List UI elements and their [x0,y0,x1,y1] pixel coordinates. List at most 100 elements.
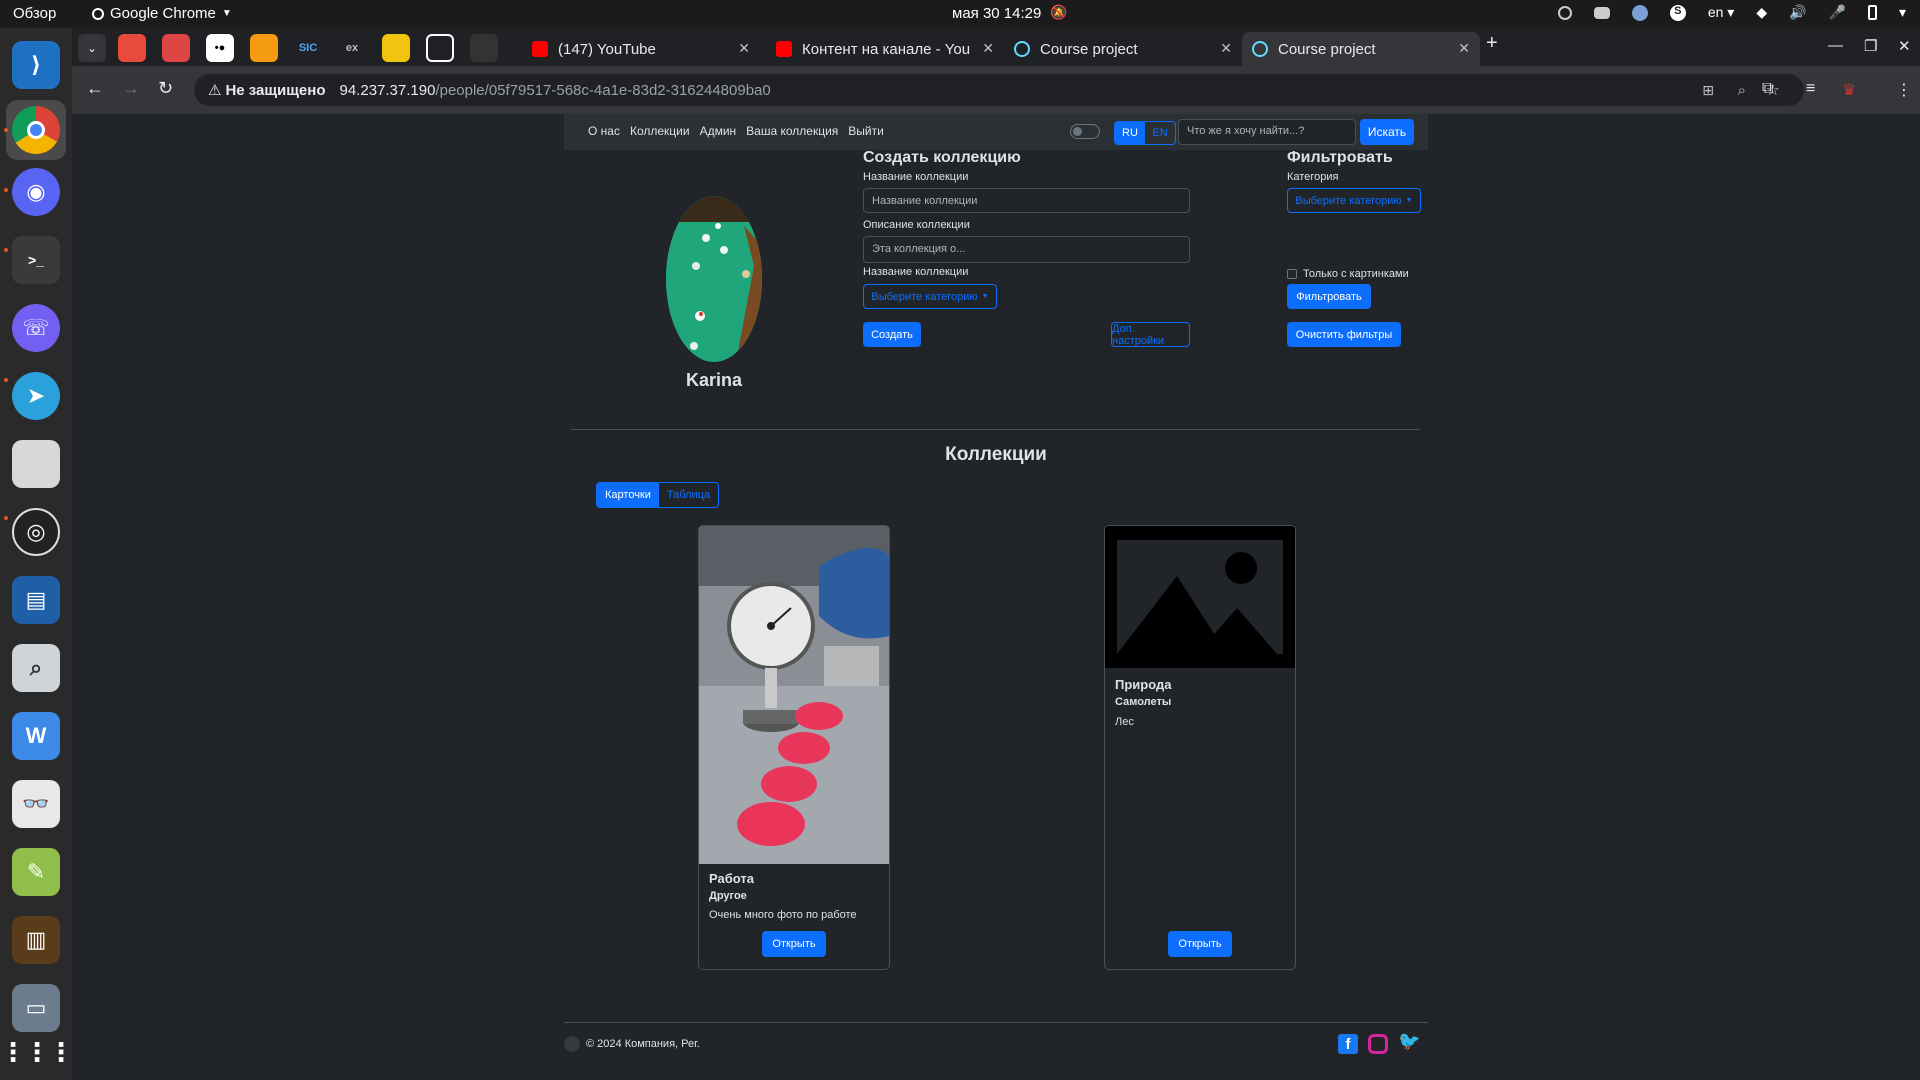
tab-youtube[interactable]: (147) YouTube ✕ [522,32,760,66]
keyboard-layout[interactable]: en ▾ [1708,4,1735,21]
collection-name-input[interactable]: Название коллекции [863,188,1190,213]
search-button[interactable]: Искать [1360,119,1414,145]
reload-icon[interactable]: ↻ [158,78,173,99]
discord-tray-icon[interactable] [1593,6,1610,19]
new-tab-button[interactable]: + [1486,32,1498,55]
extra-settings-button[interactable]: Доп. настройки [1111,322,1190,347]
pinned-tab-2[interactable] [162,34,190,62]
pinned-tab-1[interactable] [118,34,146,62]
nav-link-about[interactable]: О нас [588,124,620,138]
close-tab-icon[interactable]: ✕ [1220,40,1232,57]
create-category-dropdown[interactable]: Выберите категорию ▼ [863,284,997,309]
theme-toggle[interactable] [1070,124,1100,139]
wps-icon[interactable]: W [12,712,60,760]
pinned-tab-7[interactable] [470,34,498,62]
facebook-icon[interactable]: f [1338,1034,1358,1054]
address-bar[interactable]: ⚠ Не защищено 94.237.37.190/people/05f795… [194,74,1804,106]
menu-icon[interactable]: ⋮ [1896,80,1912,100]
web-page: О нас Коллекции Админ Ваша коллекция Вый… [72,114,1920,1080]
volume-icon[interactable]: 🔊 [1789,4,1806,21]
power-menu-icon[interactable]: ▾ [1899,4,1906,21]
site-info[interactable]: ⚠ Не защищено [208,81,326,100]
instagram-icon[interactable] [1368,1034,1388,1054]
app-tray-icon[interactable] [1631,4,1648,21]
pinned-tab-ex[interactable]: ex [338,34,366,62]
clear-filters-button[interactable]: Очистить фильтры [1287,322,1401,347]
profile-extension-icon[interactable]: ♛ [1842,80,1856,100]
zoom-icon[interactable]: ⌕ [1738,82,1746,99]
image-editor-icon[interactable]: ✎ [12,848,60,896]
view-table-button[interactable]: Таблица [659,483,718,507]
obs-tray-icon[interactable] [1557,5,1572,20]
terminal-icon[interactable]: >_ [12,236,60,284]
collection-category: Другое [709,890,747,902]
pinned-tab-6[interactable] [426,34,454,62]
viber-icon[interactable]: ☏ [12,304,60,352]
minimize-icon[interactable]: — [1828,37,1843,54]
view-cards-button[interactable]: Карточки [597,483,659,507]
lang-ru-button[interactable]: RU [1115,122,1145,144]
close-window-icon[interactable]: ✕ [1898,37,1911,55]
telegram-icon[interactable]: ➤ [12,372,60,420]
language-switch: RU EN [1114,121,1176,145]
nav-link-admin[interactable]: Админ [700,124,737,138]
discord-icon[interactable]: ◉ [12,168,60,216]
pinned-tab-3[interactable]: •● [206,34,234,62]
nav-link-logout[interactable]: Выйти [848,124,884,138]
filter-category-dropdown[interactable]: Выберите категорию ▼ [1287,188,1421,213]
running-indicator [4,248,8,252]
twitter-icon[interactable]: 🐦 [1398,1031,1420,1052]
site-navbar: О нас Коллекции Админ Ваша коллекция Вый… [564,114,1428,150]
tab-course-project-active[interactable]: Course project ✕ [1242,32,1480,66]
vscode-icon[interactable]: ⟩ [12,41,60,89]
tab-youtube-studio[interactable]: Контент на канале - You ✕ [766,32,1004,66]
only-images-checkbox[interactable] [1287,269,1297,279]
collection-image [699,526,889,864]
open-collection-button[interactable]: Открыть [762,931,826,957]
create-button[interactable]: Создать [863,322,921,347]
tab-search-icon[interactable]: ⌄ [78,34,106,62]
chrome-icon[interactable] [12,106,60,154]
clock[interactable]: мая 30 14:29 [952,5,1041,22]
pinned-tab-sic[interactable]: SIC [294,34,322,62]
files-icon[interactable] [12,440,60,488]
caret-down-icon: ▼ [1405,197,1413,204]
document-viewer-icon[interactable]: 👓 [12,780,60,828]
filter-button[interactable]: Фильтровать [1287,284,1371,309]
maximize-icon[interactable]: ❐ [1864,37,1877,55]
close-tab-icon[interactable]: ✕ [738,40,750,57]
nav-link-collections[interactable]: Коллекции [630,124,690,138]
app-icon[interactable]: ▭ [12,984,60,1032]
back-icon[interactable]: ← [86,78,104,99]
dock: ⟩ ◉ >_ ☏ ➤ ◎ ▤ ⌕ W 👓 ✎ ▥ ▭ ⋮⋮⋮ [0,28,74,1080]
skype-tray-icon[interactable]: S [1669,4,1686,21]
forward-icon[interactable]: → [122,78,140,99]
app-menu[interactable]: Google Chrome ▼ [92,5,232,22]
tab-course-project[interactable]: Course project ✕ [1004,32,1242,66]
system-tray[interactable]: S en ▾ ◆ 🔊 🎤 ▾ [1557,4,1906,21]
collection-name-label: Название коллекции [863,171,969,183]
media-controls-icon[interactable]: ≡ [1806,80,1815,98]
github-icon[interactable] [564,1036,580,1052]
close-tab-icon[interactable]: ✕ [1458,40,1470,57]
translate-icon[interactable]: ⊞ [1702,82,1714,99]
pinned-tab-5[interactable] [382,34,410,62]
lang-en-button[interactable]: EN [1145,122,1175,144]
close-tab-icon[interactable]: ✕ [982,40,994,57]
extensions-icon[interactable]: ⧉ [1762,80,1773,98]
magnifier-icon[interactable]: ⌕ [12,644,60,692]
writer-icon[interactable]: ▤ [12,576,60,624]
running-indicator [4,516,8,520]
show-apps-icon[interactable]: ⋮⋮⋮ [0,1028,74,1076]
obs-icon[interactable]: ◎ [12,508,60,556]
nav-link-my-collection[interactable]: Ваша коллекция [746,124,838,138]
battery-icon[interactable] [1867,5,1877,20]
collection-description-input[interactable]: Эта коллекция о... [863,236,1190,263]
calibre-icon[interactable]: ▥ [12,916,60,964]
microphone-icon[interactable]: 🎤 [1829,4,1846,21]
wifi-icon[interactable]: ◆ [1756,4,1767,21]
open-collection-button[interactable]: Открыть [1168,931,1232,957]
activities-button[interactable]: Обзор [13,5,56,22]
pinned-tab-4[interactable] [250,34,278,62]
search-input[interactable]: Что же я хочу найти...? [1178,119,1356,145]
